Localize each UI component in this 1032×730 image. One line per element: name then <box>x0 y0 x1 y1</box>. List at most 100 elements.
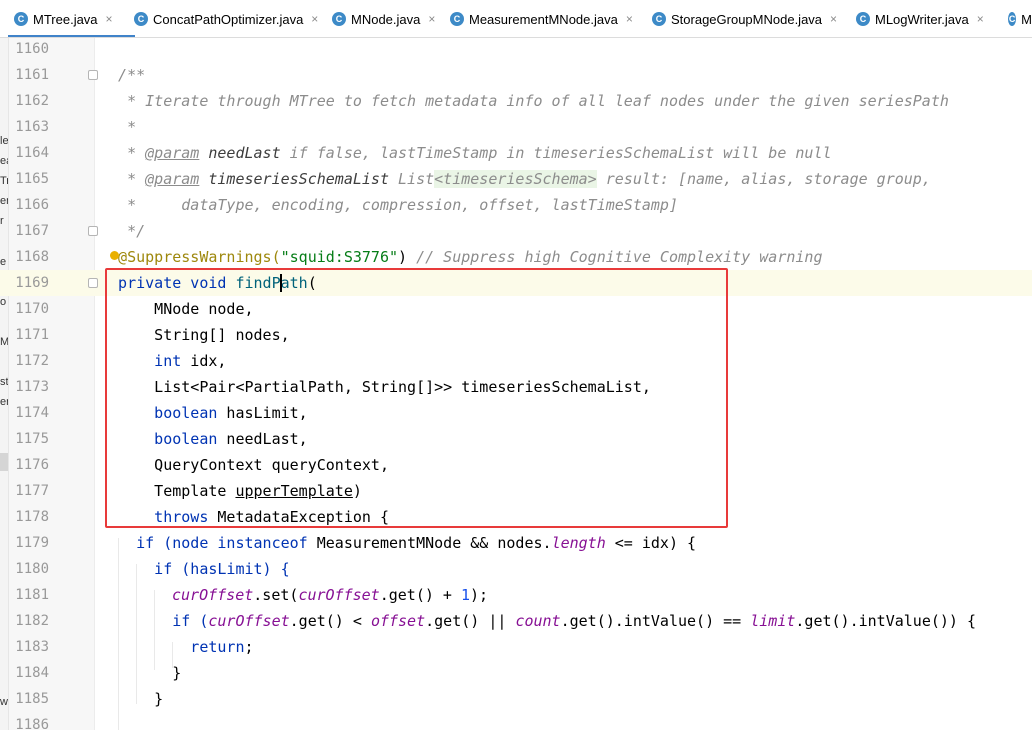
expr: .get() || <box>425 612 516 630</box>
line-number: 1172 <box>15 353 49 369</box>
close-icon[interactable]: × <box>311 12 318 26</box>
doc-comment: * <box>100 170 146 188</box>
code-text: * <box>100 114 136 140</box>
field: limit <box>750 612 796 630</box>
code-line: 1162 * Iterate through MTree to fetch me… <box>0 88 1032 114</box>
code-line: 1181 curOffset.set(curOffset.get() + 1); <box>0 582 1032 608</box>
field: length <box>551 534 606 552</box>
doc-comment: * dataType, encoding, compression, offse… <box>100 196 678 214</box>
line-number: 1168 <box>15 249 49 265</box>
expr: .get() < <box>289 612 371 630</box>
line-number: 1180 <box>15 561 49 577</box>
tab-mnode[interactable]: C MNode.java × <box>326 0 442 37</box>
expr: MeasurementMNode && nodes. <box>307 534 552 552</box>
string-literal: "squid:S3776" <box>280 248 399 266</box>
fold-toggle-icon[interactable] <box>88 70 98 80</box>
tab-overflow[interactable]: C M <box>1002 0 1032 37</box>
doc-generic: <timeseriesSchema> <box>434 170 597 188</box>
doc-comment: * Iterate through MTree to fetch metadat… <box>100 92 949 110</box>
field: offset <box>370 612 426 630</box>
doc-param-name: needLast <box>199 144 281 162</box>
line-number: 1169 <box>15 275 49 291</box>
code-text: * @param timeseriesSchemaList List<times… <box>100 166 931 192</box>
line-number: 1176 <box>15 457 49 473</box>
line-number: 1166 <box>15 197 49 213</box>
close-icon[interactable]: × <box>106 12 113 26</box>
red-highlight-box <box>105 268 728 528</box>
doc-comment: result: [name, alias, storage group, <box>596 170 931 188</box>
line-number: 1161 <box>15 67 49 83</box>
code-text: } <box>100 690 164 708</box>
line-number: 1178 <box>15 509 49 525</box>
tab-label: MeasurementMNode.java <box>469 11 618 27</box>
code-line: 1184 } <box>0 660 1032 686</box>
tab-label: M <box>1021 11 1032 27</box>
keyword: if ( <box>100 612 209 630</box>
line-number: 1186 <box>15 717 49 730</box>
expr: ); <box>470 586 489 604</box>
editor-tab-bar: C MTree.java × C ConcatPathOptimizer.jav… <box>0 0 1032 38</box>
field: curOffset <box>172 586 254 604</box>
expr: <= idx) { <box>605 534 697 552</box>
line-number: 1170 <box>15 301 49 317</box>
line-number: 1182 <box>15 613 49 629</box>
line-number: 1164 <box>15 145 49 161</box>
paren: ) <box>398 248 408 266</box>
class-icon: C <box>134 12 148 26</box>
doc-comment: * <box>100 118 137 136</box>
doc-comment: /** <box>100 66 146 84</box>
close-icon[interactable]: × <box>428 12 435 26</box>
tab-label: StorageGroupMNode.java <box>671 11 823 27</box>
tab-mtree[interactable]: C MTree.java × <box>8 0 135 37</box>
class-icon: C <box>332 12 346 26</box>
doc-comment: */ <box>100 222 146 240</box>
line-number: 1179 <box>15 535 49 551</box>
tab-concat-path-optimizer[interactable]: C ConcatPathOptimizer.java × <box>128 0 326 37</box>
expr: .get().intValue() == <box>560 612 751 630</box>
annotation-marker-icon[interactable] <box>110 251 119 260</box>
close-icon[interactable]: × <box>977 12 984 26</box>
code-line: 1168 @SuppressWarnings("squid:S3776") //… <box>0 244 1032 270</box>
code-line: 1165 * @param timeseriesSchemaList List<… <box>0 166 1032 192</box>
keyword: if (hasLimit) { <box>100 560 290 578</box>
code-line: 1186 <box>0 712 1032 730</box>
code-line: 1166 * dataType, encoding, compression, … <box>0 192 1032 218</box>
tab-label: MLogWriter.java <box>875 11 969 27</box>
line-number: 1185 <box>15 691 49 707</box>
line-number: 1184 <box>15 665 49 681</box>
line-number: 1165 <box>15 171 49 187</box>
line-number: 1162 <box>15 93 49 109</box>
line-number: 1181 <box>15 587 49 603</box>
close-icon[interactable]: × <box>830 12 837 26</box>
fold-toggle-icon[interactable] <box>88 278 98 288</box>
keyword: if (node <box>100 534 218 552</box>
code-line: 1185 } <box>0 686 1032 712</box>
doc-tag: @param <box>145 144 200 162</box>
tab-storage-group-mnode[interactable]: C StorageGroupMNode.java × <box>646 0 850 37</box>
code-text: } <box>100 664 182 682</box>
tab-measurement-mnode[interactable]: C MeasurementMNode.java × <box>444 0 644 37</box>
code-text: @SuppressWarnings("squid:S3776") // Supp… <box>100 244 822 270</box>
line-number: 1171 <box>15 327 49 343</box>
keyword: return <box>100 638 245 656</box>
line-number: 1173 <box>15 379 49 395</box>
tab-label: ConcatPathOptimizer.java <box>153 11 304 27</box>
code-text: * @param needLast if false, lastTimeStam… <box>100 140 831 166</box>
code-text: * Iterate through MTree to fetch metadat… <box>100 88 949 114</box>
tab-mlog-writer[interactable]: C MLogWriter.java × <box>850 0 1002 37</box>
keyword: instanceof <box>217 534 308 552</box>
line-number: 1160 <box>15 41 49 57</box>
field: count <box>515 612 561 630</box>
code-text: if (node instanceof MeasurementMNode && … <box>100 530 696 556</box>
close-icon[interactable]: × <box>626 12 633 26</box>
code-text: if (hasLimit) { <box>100 556 290 582</box>
code-text: * dataType, encoding, compression, offse… <box>100 192 678 218</box>
class-icon: C <box>856 12 870 26</box>
line-number: 1167 <box>15 223 49 239</box>
line-number: 1177 <box>15 483 49 499</box>
doc-tag: @param <box>145 170 200 188</box>
fold-toggle-icon[interactable] <box>88 226 98 236</box>
class-icon: C <box>1008 12 1017 26</box>
tab-label: MNode.java <box>351 11 421 27</box>
line-number: 1175 <box>15 431 49 447</box>
